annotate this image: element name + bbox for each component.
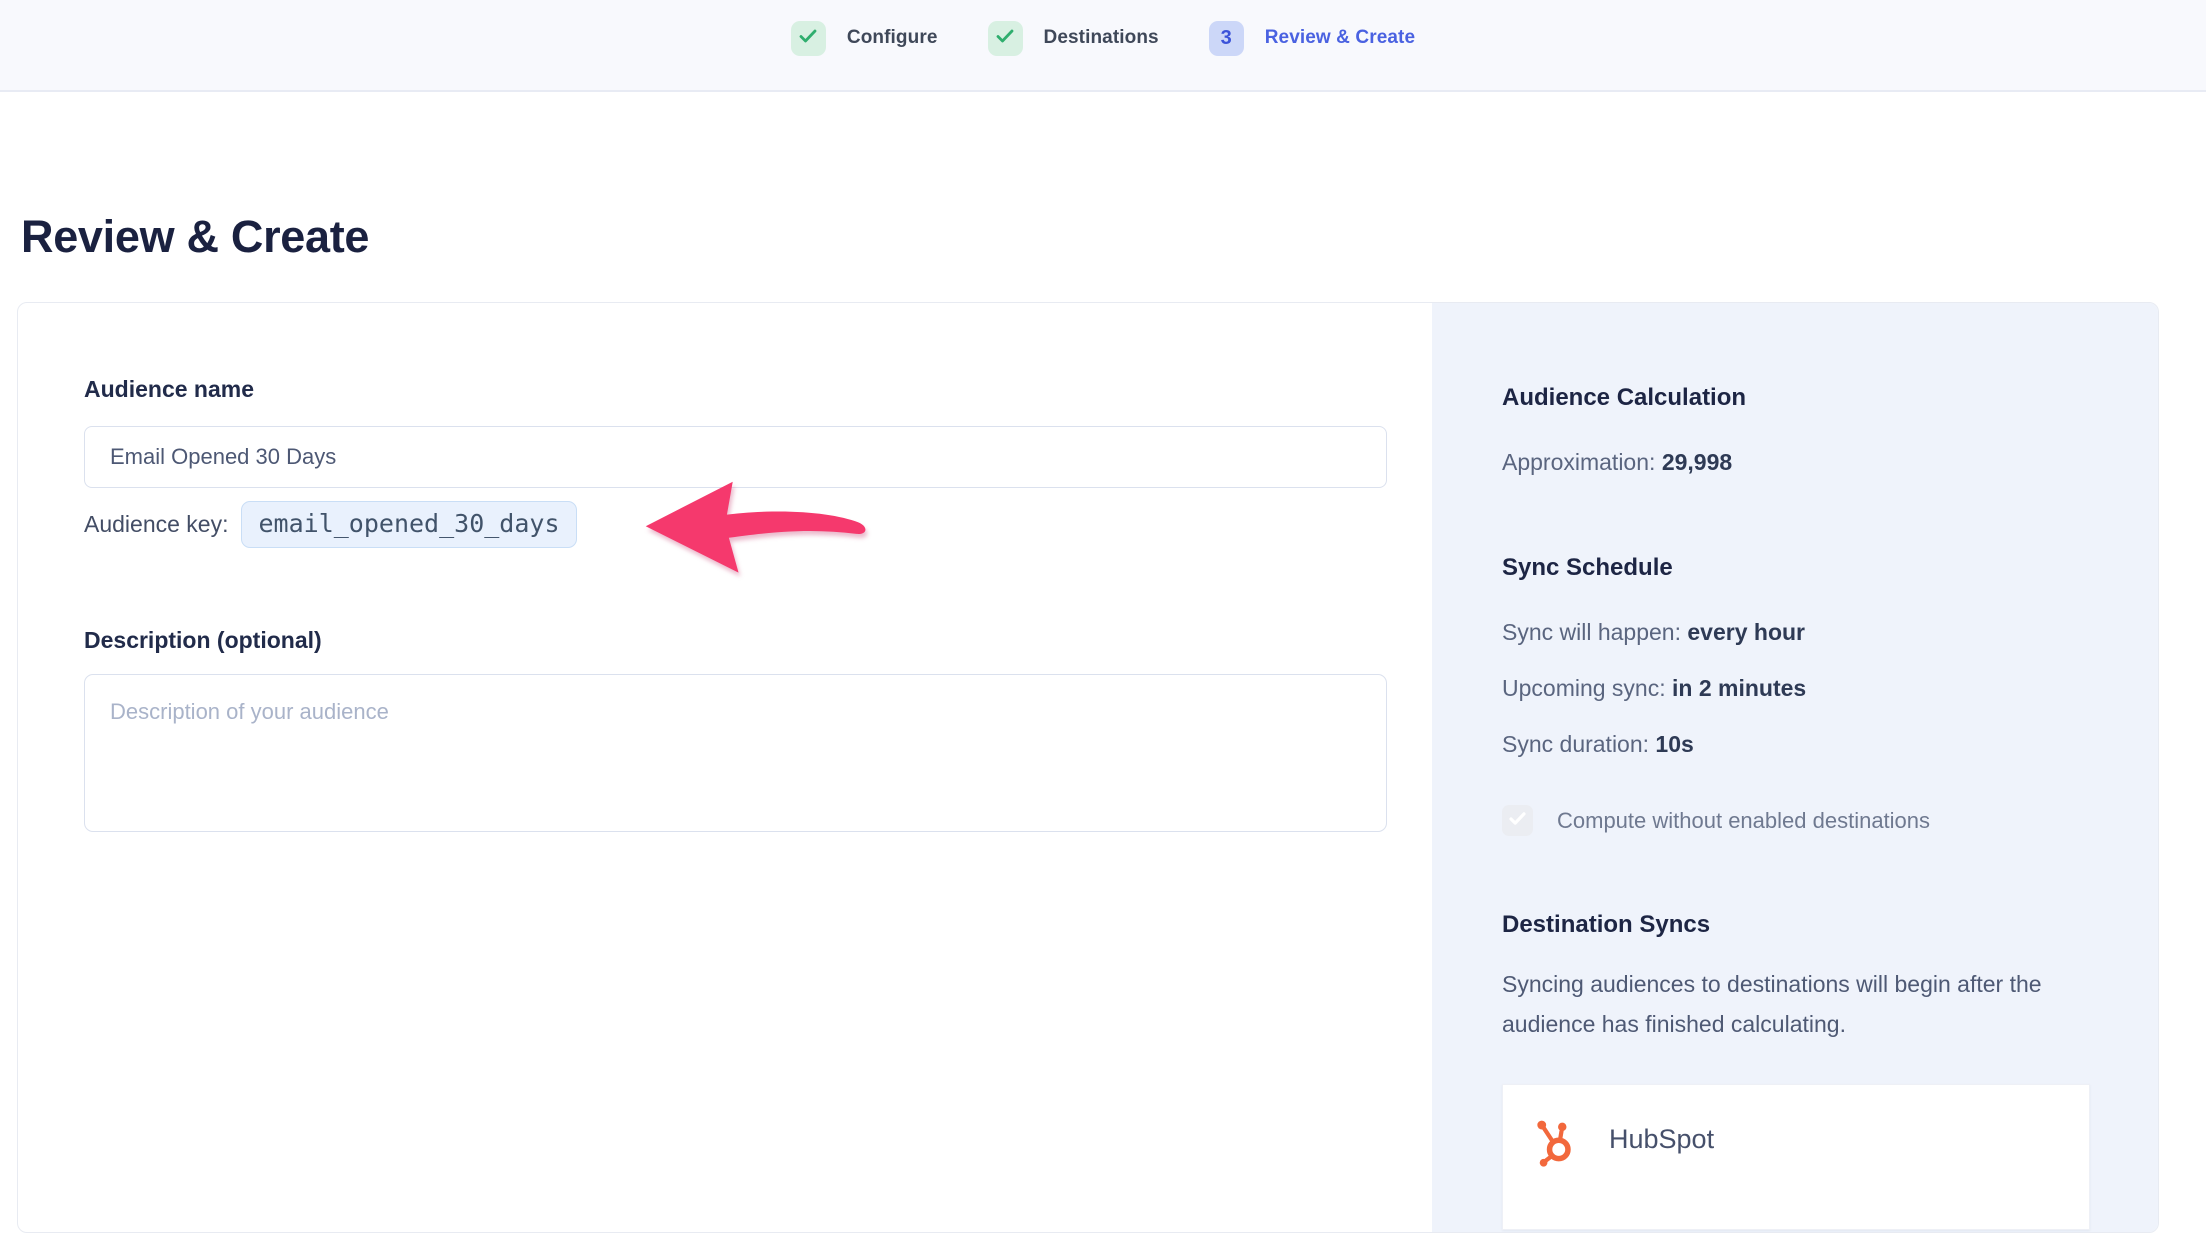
destination-syncs-heading: Destination Syncs [1502, 910, 2090, 940]
audience-key-row: Audience key: email_opened_30_days [84, 501, 1432, 548]
check-icon [1509, 812, 1526, 830]
approximation-label: Approximation: [1502, 449, 1662, 475]
compute-checkbox[interactable] [1502, 805, 1533, 836]
audience-calculation-heading: Audience Calculation [1502, 383, 2090, 413]
stepper: Configure Destinations 3 Review & Create [791, 21, 1415, 56]
step-review-create-label: Review & Create [1265, 27, 1415, 49]
audience-key-chip: email_opened_30_days [241, 501, 576, 548]
step-configure-label: Configure [847, 27, 938, 49]
compute-checkbox-label: Compute without enabled destinations [1557, 808, 1930, 834]
sync-schedule-heading: Sync Schedule [1502, 553, 2090, 583]
audience-name-input[interactable] [84, 426, 1387, 488]
step-configure-badge [791, 21, 826, 56]
step-configure[interactable]: Configure [791, 21, 938, 56]
step-destinations-badge [988, 21, 1023, 56]
upcoming-sync-label: Upcoming sync: [1502, 675, 1672, 701]
sync-frequency-row: Sync will happen: every hour [1502, 617, 2090, 647]
sync-duration-label: Sync duration: [1502, 731, 1655, 757]
sync-duration-value: 10s [1655, 731, 1693, 757]
destination-name: HubSpot [1609, 1124, 1714, 1155]
step-review-create[interactable]: 3 Review & Create [1209, 21, 1415, 56]
step-destinations[interactable]: Destinations [988, 21, 1159, 56]
page-title: Review & Create [21, 211, 369, 263]
summary-panel: Audience Calculation Approximation: 29,9… [1432, 303, 2158, 1232]
destination-syncs-description: Syncing audiences to destinations will b… [1502, 964, 2090, 1044]
hubspot-sprocket-icon [1533, 1117, 1579, 1174]
review-card: Audience name Audience key: email_opened… [17, 302, 2159, 1233]
sync-frequency-label: Sync will happen: [1502, 619, 1687, 645]
step-destinations-label: Destinations [1044, 27, 1159, 49]
audience-name-label: Audience name [84, 375, 1432, 403]
approximation-value: 29,998 [1662, 449, 1732, 475]
step-number-badge: 3 [1209, 21, 1244, 56]
check-icon [799, 29, 817, 48]
sync-frequency-value: every hour [1687, 619, 1805, 645]
destination-card-hubspot[interactable]: HubSpot [1502, 1084, 2090, 1230]
upcoming-sync-value: in 2 minutes [1672, 675, 1806, 701]
wizard-stepper-bar: Configure Destinations 3 Review & Create [0, 0, 2206, 92]
check-icon [996, 29, 1014, 48]
description-textarea[interactable] [84, 674, 1387, 832]
description-label: Description (optional) [84, 626, 1432, 654]
audience-key-label: Audience key: [84, 511, 228, 538]
approximation-row: Approximation: 29,998 [1502, 447, 2090, 477]
upcoming-sync-row: Upcoming sync: in 2 minutes [1502, 673, 2090, 703]
form-section: Audience name Audience key: email_opened… [18, 303, 1432, 1232]
compute-checkbox-row: Compute without enabled destinations [1502, 805, 2090, 836]
sync-duration-row: Sync duration: 10s [1502, 729, 2090, 759]
